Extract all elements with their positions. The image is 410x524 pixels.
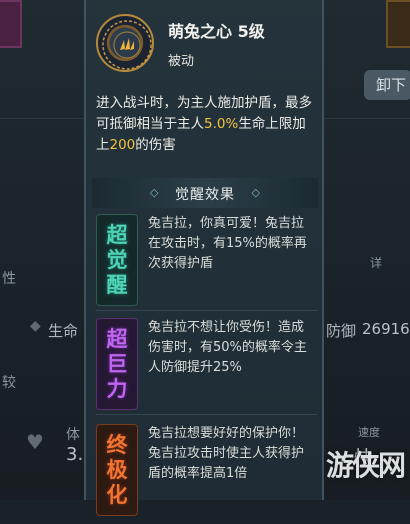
- awaken-badge-icon: 超 觉 醒: [96, 214, 138, 306]
- claw-emblem-icon: [96, 14, 154, 72]
- awakening-effect-text: 兔吉拉不想让你受伤！造成伤害时，有50%的概率令主人防御提升25%: [148, 320, 307, 375]
- skill-name: 萌兔之心 5级: [168, 22, 265, 41]
- defense-label: 防御: [326, 322, 357, 340]
- ultimate-badge-icon: 终 极 化: [96, 424, 138, 516]
- life-label: 生命: [48, 322, 79, 340]
- skill-tooltip: 萌兔之心 5级 被动 进入战斗时，为主人施加护盾，最多可抵御相当于主人5.0%生…: [84, 0, 324, 516]
- skill-type: 被动: [168, 54, 195, 69]
- watermark-logo: 游侠网: [325, 449, 406, 482]
- background-label: 较: [2, 375, 16, 391]
- left-corner-frame: [0, 0, 22, 48]
- awakening-effect: 超 巨 力 兔吉拉不想让你受伤！造成伤害时，有50%的概率令主人防御提升25%: [92, 312, 318, 418]
- awakening-title: 觉醒效果: [175, 187, 235, 203]
- awakening-effect-text: 兔吉拉想要好好的保护你！兔吉拉攻击时使主人获得护盾的概率提高1倍: [148, 426, 305, 481]
- percent-value: 5.0%: [204, 116, 239, 132]
- detail-link[interactable]: 详: [370, 254, 382, 271]
- super-power-badge-icon: 超 巨 力: [96, 318, 138, 410]
- amount-value: 200: [109, 137, 136, 153]
- diamond-icon: ◇: [251, 186, 260, 199]
- background-label: 体: [66, 427, 80, 443]
- awakening-effect: 终 极 化 兔吉拉想要好好的保护你！兔吉拉攻击时使主人获得护盾的概率提高1倍: [92, 418, 318, 524]
- skill-description: 进入战斗时，为主人施加护盾，最多可抵御相当于主人5.0%生命上限加上200的伤害: [96, 95, 312, 153]
- heart-icon: ♥: [26, 430, 44, 454]
- defense-value: 26916: [362, 320, 410, 338]
- background-label: 性: [2, 271, 16, 287]
- right-corner-frame: [386, 0, 410, 48]
- shield-icon: ◆: [30, 318, 41, 334]
- unload-button[interactable]: 卸下: [364, 70, 410, 100]
- awakening-header: ◇ 觉醒效果 ◇: [92, 178, 318, 208]
- divider: [96, 310, 318, 311]
- divider: [96, 414, 318, 415]
- awakening-effect: 超 觉 醒 兔吉拉，你真可爱！兔吉拉在攻击时，有15%的概率再次获得护盾: [92, 208, 318, 314]
- speed-label: 速度: [358, 426, 380, 439]
- awakening-effect-text: 兔吉拉，你真可爱！兔吉拉在攻击时，有15%的概率再次获得护盾: [148, 216, 307, 271]
- life-value: 3.: [66, 444, 84, 465]
